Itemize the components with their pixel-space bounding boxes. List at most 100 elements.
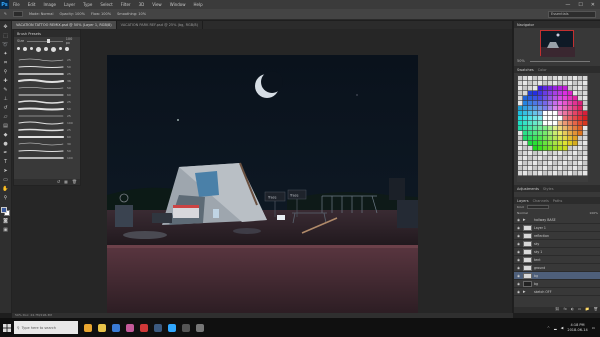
- layer-row[interactable]: ◉ reflection: [514, 232, 600, 240]
- color-swatch-cell[interactable]: [573, 91, 578, 96]
- layer-row[interactable]: ◉ bg: [514, 280, 600, 288]
- color-swatch-cell[interactable]: [538, 96, 543, 101]
- color-swatch-cell[interactable]: [558, 76, 563, 81]
- color-swatch-cell[interactable]: [553, 101, 558, 106]
- pen-tool-icon[interactable]: ✒: [2, 150, 10, 157]
- marquee-tool-icon[interactable]: ⬚: [2, 33, 10, 40]
- layer-row[interactable]: ◉ bg: [514, 272, 600, 280]
- color-swatch-cell[interactable]: [563, 126, 568, 131]
- color-swatch-cell[interactable]: [543, 131, 548, 136]
- color-swatch-cell[interactable]: [553, 146, 558, 151]
- color-swatch-cell[interactable]: [543, 116, 548, 121]
- color-swatch-cell[interactable]: [553, 111, 558, 116]
- color-swatch-cell[interactable]: [553, 121, 558, 126]
- eye-icon[interactable]: ◉: [516, 258, 521, 262]
- color-swatch-cell[interactable]: [518, 111, 523, 116]
- navigator-zoom-slider[interactable]: [530, 61, 590, 62]
- color-swatch-cell[interactable]: [518, 131, 523, 136]
- color-swatch-cell[interactable]: [578, 121, 583, 126]
- color-swatch-cell[interactable]: [578, 91, 583, 96]
- color-swatch-cell[interactable]: [523, 96, 528, 101]
- color-swatch-cell[interactable]: [568, 156, 573, 161]
- brush-preset-item[interactable]: 60: [18, 133, 76, 140]
- color-swatch-cell[interactable]: [523, 156, 528, 161]
- color-swatch-cell[interactable]: [528, 136, 533, 141]
- color-swatch-cell[interactable]: [583, 156, 588, 161]
- color-swatch-cell[interactable]: [553, 91, 558, 96]
- color-swatch-cell[interactable]: [583, 151, 588, 156]
- color-swatch-cell[interactable]: [543, 81, 548, 86]
- menu-layer[interactable]: Layer: [60, 2, 79, 7]
- color-swatch-cell[interactable]: [548, 166, 553, 171]
- color-swatch-cell[interactable]: [533, 151, 538, 156]
- color-swatch-cell[interactable]: [518, 81, 523, 86]
- color-swatch-cell[interactable]: [538, 86, 543, 91]
- layer-opacity[interactable]: 100%: [589, 211, 598, 215]
- option-mode[interactable]: Mode: Normal: [29, 12, 54, 16]
- color-swatch-cell[interactable]: [518, 166, 523, 171]
- color-swatch-cell[interactable]: [533, 146, 538, 151]
- color-swatch-cell[interactable]: [538, 126, 543, 131]
- color-swatch-cell[interactable]: [568, 116, 573, 121]
- swatches-tab[interactable]: Swatches: [517, 68, 534, 72]
- color-swatch-cell[interactable]: [533, 161, 538, 166]
- color-swatch-cell[interactable]: [528, 141, 533, 146]
- color-swatch-cell[interactable]: [583, 96, 588, 101]
- color-swatch-cell[interactable]: [528, 76, 533, 81]
- color-swatch-cell[interactable]: [563, 116, 568, 121]
- menu-file[interactable]: File: [9, 2, 24, 7]
- color-swatch-cell[interactable]: [533, 136, 538, 141]
- color-swatch-cell[interactable]: [568, 131, 573, 136]
- color-swatch-cell[interactable]: [528, 111, 533, 116]
- color-swatch-cell[interactable]: [578, 136, 583, 141]
- type-tool-icon[interactable]: T: [2, 159, 10, 166]
- layer-row[interactable]: ◉ sky: [514, 240, 600, 248]
- color-swatch-cell[interactable]: [568, 126, 573, 131]
- color-swatch-cell[interactable]: [543, 126, 548, 131]
- tab-document-1[interactable]: VACATION TATTOO REMIX.psd @ 50% (Layer 1…: [12, 21, 117, 29]
- zoom-tool-icon[interactable]: ⚲: [2, 195, 10, 202]
- color-swatch-cell[interactable]: [543, 171, 548, 176]
- color-swatch-cell[interactable]: [578, 141, 583, 146]
- healing-tool-icon[interactable]: ✚: [2, 78, 10, 85]
- eye-icon[interactable]: ◉: [516, 234, 521, 238]
- color-swatch-cell[interactable]: [558, 91, 563, 96]
- color-swatch-cell[interactable]: [538, 171, 543, 176]
- color-swatch-cell[interactable]: [583, 171, 588, 176]
- color-swatch-cell[interactable]: [578, 96, 583, 101]
- color-swatch-cell[interactable]: [548, 116, 553, 121]
- color-swatch-cell[interactable]: [558, 116, 563, 121]
- color-swatch-cell[interactable]: [558, 131, 563, 136]
- eye-icon[interactable]: ◉: [516, 226, 521, 230]
- color-swatch-cell[interactable]: [578, 106, 583, 111]
- color-tab[interactable]: Color: [538, 68, 547, 72]
- color-swatch-cell[interactable]: [533, 166, 538, 171]
- color-swatch-cell[interactable]: [548, 81, 553, 86]
- menu-select[interactable]: Select: [96, 2, 116, 7]
- color-swatch-cell[interactable]: [518, 96, 523, 101]
- color-swatch-cell[interactable]: [528, 166, 533, 171]
- color-swatch-cell[interactable]: [573, 171, 578, 176]
- color-swatch-cell[interactable]: [528, 86, 533, 91]
- taskbar-app-media-icon[interactable]: [112, 323, 120, 332]
- color-swatch-cell[interactable]: [553, 126, 558, 131]
- color-swatch-cell[interactable]: [583, 126, 588, 131]
- gradient-tool-icon[interactable]: ▤: [2, 123, 10, 130]
- color-swatch-cell[interactable]: [568, 136, 573, 141]
- color-swatch-cell[interactable]: [553, 141, 558, 146]
- minimize-icon[interactable]: —: [565, 2, 570, 8]
- color-swatch-cell[interactable]: [533, 116, 538, 121]
- color-swatch-cell[interactable]: [558, 81, 563, 86]
- color-swatch-cell[interactable]: [553, 86, 558, 91]
- color-swatch-cell[interactable]: [528, 171, 533, 176]
- styles-tab[interactable]: Styles: [543, 187, 554, 191]
- blur-tool-icon[interactable]: ◆: [2, 132, 10, 139]
- color-swatch-cell[interactable]: [583, 116, 588, 121]
- color-swatch-cell[interactable]: [548, 86, 553, 91]
- color-swatch-cell[interactable]: [548, 111, 553, 116]
- color-swatch-cell[interactable]: [578, 101, 583, 106]
- color-swatch-cell[interactable]: [533, 126, 538, 131]
- color-swatch-cell[interactable]: [538, 136, 543, 141]
- brush-size-knob[interactable]: [47, 38, 51, 43]
- color-swatch-cell[interactable]: [523, 76, 528, 81]
